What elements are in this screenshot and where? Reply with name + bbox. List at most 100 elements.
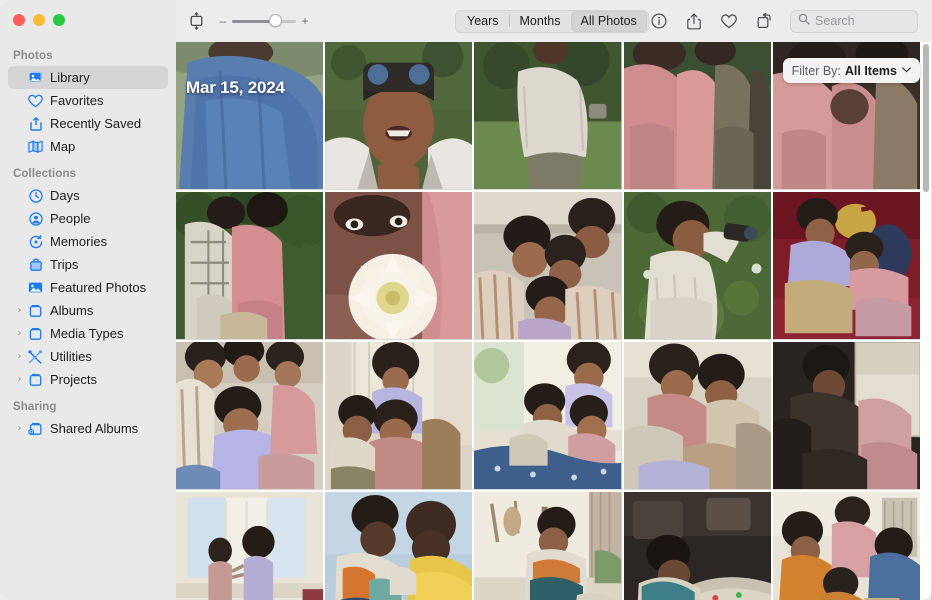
memories-icon <box>26 234 45 250</box>
tab-months[interactable]: Months <box>510 11 571 32</box>
chevron-right-icon[interactable]: › <box>13 423 26 434</box>
chevron-right-icon[interactable]: › <box>13 305 26 316</box>
sidebar-item-label: Recently Saved <box>50 116 142 131</box>
sidebar-item-label: Favorites <box>50 93 104 108</box>
sidebar-item-library[interactable]: › Library <box>8 66 168 89</box>
photo-thumbnail[interactable] <box>176 192 324 340</box>
photo-image <box>772 192 920 340</box>
sidebar-item-memories[interactable]: › Memories <box>8 230 168 253</box>
zoom-slider-knob[interactable] <box>269 14 283 27</box>
photo-image <box>623 192 771 340</box>
photo-thumbnail[interactable] <box>772 342 920 490</box>
aspect-view-icon[interactable] <box>183 9 209 33</box>
toolbar: – + Years Months All Photos Search <box>176 0 932 42</box>
photo-thumbnail[interactable] <box>325 42 473 190</box>
suitcase-icon <box>26 257 45 273</box>
photo-thumbnail[interactable] <box>474 492 622 600</box>
sidebar-item-label: Days <box>50 188 80 203</box>
sidebar-item-map[interactable]: › Map <box>8 135 168 158</box>
share-icon[interactable] <box>681 9 707 33</box>
sidebar-item-label: Shared Albums <box>50 421 139 436</box>
recently-saved-icon <box>26 116 45 132</box>
zoom-slider[interactable]: – + <box>219 14 309 27</box>
info-icon[interactable] <box>646 9 672 33</box>
photo-thumbnail[interactable] <box>325 192 473 340</box>
photo-image <box>474 42 622 190</box>
window-controls <box>0 0 176 36</box>
photo-image <box>176 192 324 340</box>
photo-thumbnail[interactable] <box>623 192 771 340</box>
sidebar-item-label: Trips <box>50 257 79 272</box>
tools-icon <box>26 349 45 365</box>
photo-image <box>474 342 622 490</box>
sidebar-item-label: Media Types <box>50 326 124 341</box>
photo-image <box>623 42 771 190</box>
filter-value: All Items <box>844 63 897 78</box>
photo-thumbnail[interactable] <box>772 192 920 340</box>
zoom-slider-track[interactable] <box>232 14 296 27</box>
vertical-scrollbar[interactable] <box>921 42 931 600</box>
zoom-in-label[interactable]: + <box>301 15 309 27</box>
zoom-out-label[interactable]: – <box>219 15 227 27</box>
sidebar-item-shared-albums[interactable]: › Shared Albums <box>8 417 168 440</box>
sidebar-section-title-photos: Photos <box>13 50 53 62</box>
search-input[interactable]: Search <box>790 9 918 33</box>
sidebar-item-featured-photos[interactable]: › Featured Photos <box>8 276 168 299</box>
sidebar-item-label: Library <box>50 70 90 85</box>
segmented-control: Years Months All Photos <box>455 9 649 33</box>
photo-thumbnail[interactable] <box>474 192 622 340</box>
photo-thumbnail[interactable] <box>474 42 622 190</box>
photo-image <box>623 342 771 490</box>
album-icon <box>26 303 45 319</box>
sidebar-item-days[interactable]: › Days <box>8 184 168 207</box>
chevron-right-icon[interactable]: › <box>13 328 26 339</box>
sidebar-item-recently-saved[interactable]: › Recently Saved <box>8 112 168 135</box>
photo-thumbnail[interactable] <box>772 492 920 600</box>
photo-thumbnail[interactable] <box>325 492 473 600</box>
sidebar-group-collections: Collections › Days › <box>0 168 176 391</box>
chevron-right-icon[interactable]: › <box>13 374 26 385</box>
sidebar-item-projects[interactable]: › Projects <box>8 368 168 391</box>
photo-thumbnail[interactable] <box>474 342 622 490</box>
clock-icon <box>26 188 45 204</box>
chevron-down-icon <box>902 65 911 76</box>
sidebar-group-sharing: Sharing › Shared Albums <box>0 401 176 440</box>
photo-thumbnail[interactable] <box>623 42 771 190</box>
sidebar-item-favorites[interactable]: › Favorites <box>8 89 168 112</box>
photo-image <box>325 192 473 340</box>
map-icon <box>26 139 45 155</box>
minimize-button[interactable] <box>33 14 45 26</box>
featured-photo-icon <box>26 280 45 296</box>
sidebar-scroll: Photos › Library › <box>0 36 176 440</box>
photo-image <box>474 192 622 340</box>
sidebar-item-albums[interactable]: › Albums <box>8 299 168 322</box>
sidebar-item-trips[interactable]: › Trips <box>8 253 168 276</box>
photo-image <box>176 492 324 600</box>
tab-years[interactable]: Years <box>457 11 509 32</box>
photo-grid <box>176 42 920 600</box>
photo-thumbnail[interactable] <box>325 342 473 490</box>
heart-icon[interactable] <box>716 9 742 33</box>
photo-image <box>176 42 324 190</box>
close-button[interactable] <box>13 14 25 26</box>
photo-image <box>325 492 473 600</box>
photo-thumbnail[interactable] <box>623 492 771 600</box>
sidebar-item-label: Featured Photos <box>50 280 147 295</box>
photo-image <box>772 492 920 600</box>
photo-grid-container[interactable]: Mar 15, 2024 Filter By: All Items <box>176 42 932 600</box>
chevron-right-icon[interactable]: › <box>13 351 26 362</box>
sidebar-item-media-types[interactable]: › Media Types <box>8 322 168 345</box>
photo-thumbnail[interactable] <box>176 42 324 190</box>
tab-all-photos[interactable]: All Photos <box>570 10 647 32</box>
photo-thumbnail[interactable] <box>176 492 324 600</box>
photo-thumbnail[interactable] <box>623 342 771 490</box>
sidebar-item-utilities[interactable]: › Utilities <box>8 345 168 368</box>
photo-thumbnail[interactable] <box>176 342 324 490</box>
sidebar-item-people[interactable]: › People <box>8 207 168 230</box>
filter-by-button[interactable]: Filter By: All Items <box>782 58 920 83</box>
rotate-icon[interactable] <box>751 9 777 33</box>
maximize-button[interactable] <box>53 14 65 26</box>
photo-image <box>176 342 324 490</box>
scrollbar-thumb[interactable] <box>923 44 929 192</box>
sidebar-group-photos: Photos › Library › <box>0 50 176 158</box>
